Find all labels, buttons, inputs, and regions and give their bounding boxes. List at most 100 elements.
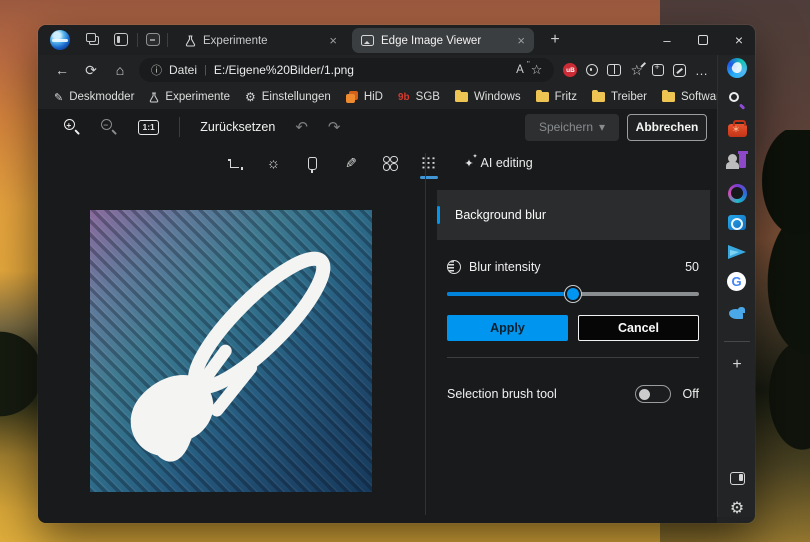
divider [137,33,138,47]
maximize-button[interactable] [686,25,720,55]
split-window-icon[interactable] [146,33,160,46]
workspaces-icon[interactable] [86,33,100,46]
back-icon[interactable]: ← [52,62,72,78]
read-aloud-icon[interactable]: A [516,61,529,76]
maximize-icon [698,35,708,45]
selection-brush-toggle[interactable] [634,385,671,403]
brush-artwork [130,251,331,462]
selection-brush-row: Selection brush tool Off [447,384,699,404]
blur-intensity-label: Blur intensity [469,260,541,274]
url-text[interactable]: E:/Eigene%20Bilder/1.png [214,63,509,77]
toolbox-icon[interactable] [725,118,749,142]
apply-button[interactable]: Apply [447,315,568,341]
marker-icon[interactable] [300,151,324,175]
add-sidebar-app-button[interactable]: + [725,353,749,377]
url-field[interactable]: ⓘ Datei | E:/Eigene%20Bilder/1.png A ☆ [139,58,555,82]
tab-label: Experimente [203,34,268,47]
bookmark-sgb[interactable]: 9b SGB [398,91,440,103]
reset-button[interactable]: Zurücksetzen [200,120,275,134]
folder-icon [591,89,605,102]
collections-icon[interactable] [652,62,664,76]
folder-icon [661,89,675,102]
hid-favicon [345,91,358,103]
settings-gear-icon[interactable]: ⚙ [725,496,749,520]
edge-browser-window: Experimente × Edge Image Viewer × + – × … [38,25,755,523]
designer-icon[interactable] [725,181,749,205]
settings-more-icon[interactable]: … [695,63,709,78]
site-info-icon[interactable]: ⓘ [151,62,162,78]
paint-brush-image[interactable] [90,210,372,492]
slider-thumb[interactable] [565,286,581,302]
zoom-in-icon[interactable]: + [64,118,81,136]
tab-bar: Experimente × Edge Image Viewer × + – × [38,25,755,55]
bookmark-label: HiD [363,91,383,103]
redo-icon[interactable]: ↷ [328,118,341,136]
tab-edge-image-viewer[interactable]: Edge Image Viewer × [352,28,534,53]
bookmark-folder-fritz[interactable]: Fritz [535,89,577,103]
panel-title: Background blur [455,208,547,222]
split-screen-icon[interactable] [607,64,622,76]
tab-experimente[interactable]: Experimente × [176,28,346,53]
search-icon[interactable] [725,88,749,112]
blur-intensity-value: 50 [685,260,699,274]
close-tab-icon[interactable]: × [517,34,525,47]
bookmark-einstellungen[interactable]: ⚙ Einstellungen [245,90,331,104]
outlook-icon[interactable] [725,210,749,234]
google-badge[interactable]: G [727,272,746,291]
bookmark-label: Experimente [165,91,230,103]
divider [167,33,168,47]
bookmark-label: Deskmodder [69,91,135,103]
undo-icon[interactable]: ↶ [295,118,308,136]
filters-icon[interactable] [378,151,402,175]
sidebar-panel-icon[interactable] [725,466,749,490]
bookmark-label: Treiber [610,91,647,103]
folder-icon [535,89,549,102]
background-blur-header[interactable]: Background blur [437,190,710,240]
new-tab-button[interactable]: + [544,29,566,51]
brightness-icon[interactable]: ☼ [261,151,285,175]
address-bar: ← ⟳ ⌂ ⓘ Datei | E:/Eigene%20Bilder/1.png… [38,55,717,85]
close-window-button[interactable]: × [722,25,755,55]
sgb-favicon: 9b [397,91,410,103]
slider-fill [447,292,573,296]
cookie-extension-icon[interactable] [586,64,599,76]
edge-logo-icon[interactable] [50,30,70,50]
bookmark-hid[interactable]: HiD [345,91,383,103]
telegram-icon[interactable] [725,240,749,264]
annotate-pen-icon[interactable]: ✎ [339,151,363,175]
favorite-star-icon[interactable]: ☆ [531,62,543,78]
sidebar-divider [724,341,750,342]
bookmark-deskmodder[interactable]: ✎ Deskmodder [54,91,134,104]
ublock-extension-icon[interactable]: uB [563,63,578,77]
close-tab-icon[interactable]: × [329,34,337,47]
flask-icon [185,34,196,47]
url-divider: | [204,64,207,76]
minimize-button[interactable]: – [650,25,684,55]
bookmark-folder-windows[interactable]: Windows [454,89,521,103]
bookmark-folder-treiber[interactable]: Treiber [591,89,647,103]
copilot-icon[interactable] [725,56,749,80]
favorites-icon[interactable]: ☆ [630,62,643,79]
blur-panel: Background blur Blur intensity 50 Apply … [437,109,710,523]
cancel-button[interactable]: Cancel [577,315,699,341]
browser-essentials-icon[interactable] [673,63,686,77]
toggle-knob [638,388,650,400]
flask-icon [150,91,159,103]
panel-divider [425,153,426,515]
gear-icon: ⚙ [244,90,256,104]
tweaker-icon[interactable] [725,149,749,173]
refresh-icon[interactable]: ⟳ [81,62,101,79]
crop-icon[interactable] [222,151,246,175]
tab-actions-icon[interactable] [114,33,128,46]
blur-intensity-row: Blur intensity 50 [447,258,699,276]
bookmark-experimente[interactable]: Experimente [149,91,230,103]
twitter-icon[interactable] [725,302,749,326]
accent-bar [437,206,440,224]
home-icon[interactable]: ⌂ [110,62,130,78]
divider [447,357,699,358]
blur-intensity-slider[interactable] [447,285,699,303]
actual-size-button[interactable]: 1:1 [138,119,160,135]
pen-icon: ✎ [54,91,64,104]
tab-label: Edge Image Viewer [381,34,482,47]
zoom-out-icon[interactable]: − [101,118,118,136]
